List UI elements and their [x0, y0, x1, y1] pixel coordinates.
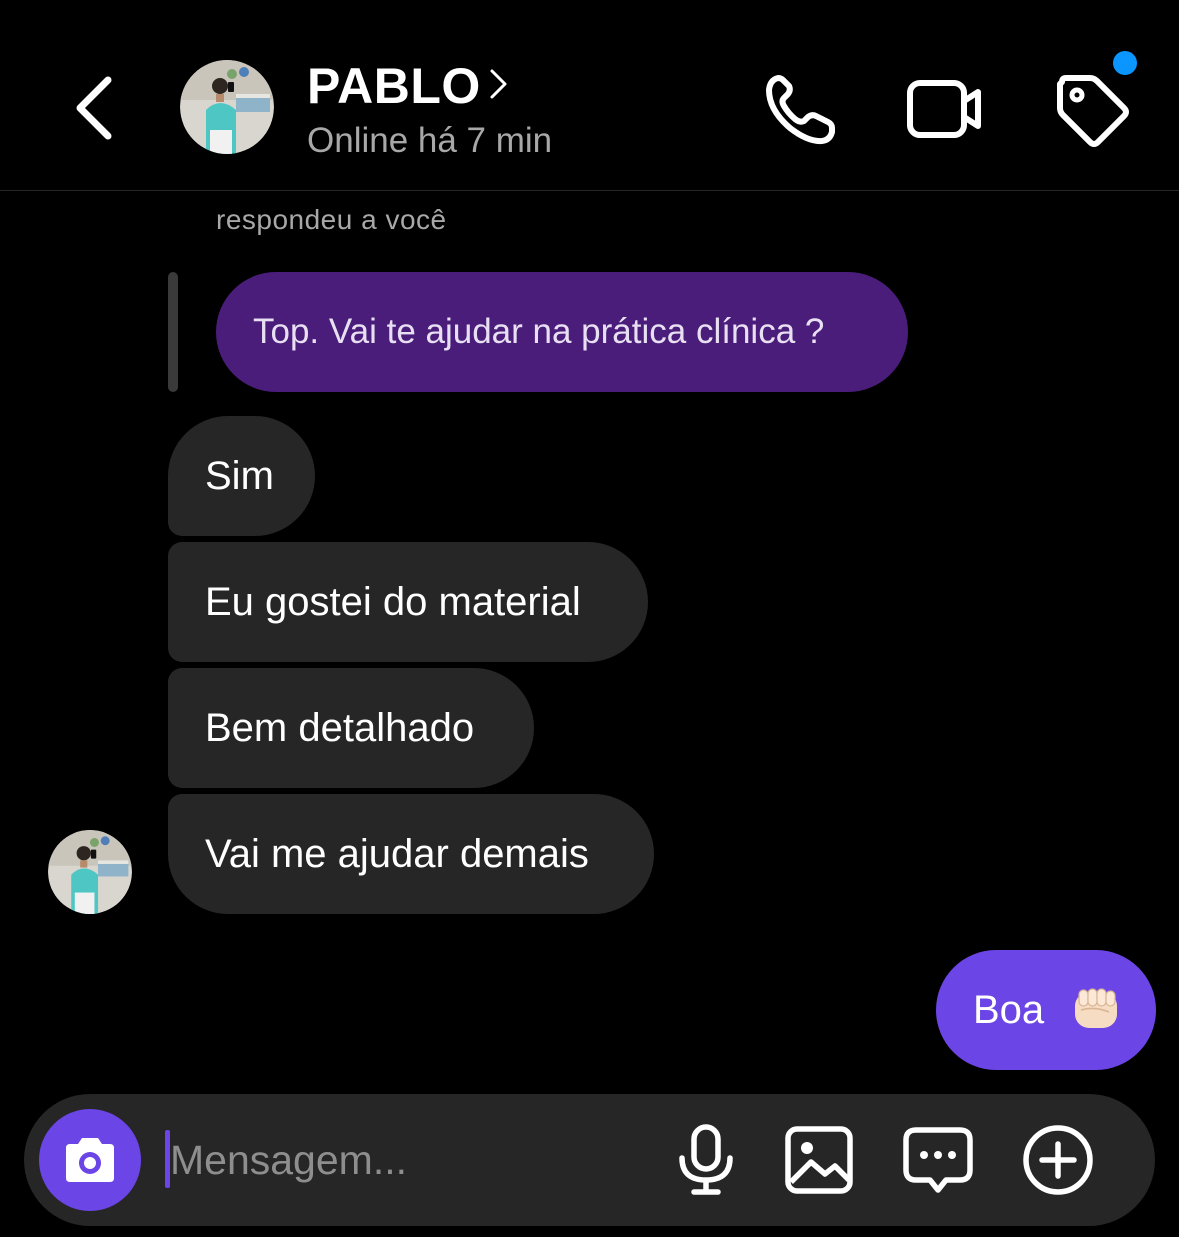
- quoted-message-bubble[interactable]: Top. Vai te ajudar na prática clínica ?: [216, 272, 908, 392]
- camera-button[interactable]: [39, 1109, 141, 1211]
- image-icon: [785, 1126, 853, 1194]
- received-message-bubble[interactable]: Sim: [168, 416, 315, 536]
- notification-dot: [1113, 51, 1137, 75]
- message-input[interactable]: [170, 1130, 640, 1190]
- more-options-button[interactable]: [1020, 1122, 1096, 1198]
- oncoming-fist-emoji-icon: [1075, 988, 1118, 1029]
- contact-status: Online há 7 min: [307, 121, 553, 160]
- microphone-icon: [679, 1124, 733, 1195]
- chevron-right-icon[interactable]: [486, 66, 512, 102]
- contact-name[interactable]: PABLO: [307, 58, 481, 114]
- received-message-bubble[interactable]: Bem detalhado: [168, 668, 534, 788]
- camera-icon: [66, 1138, 114, 1182]
- sender-avatar[interactable]: [48, 830, 132, 914]
- gallery-button[interactable]: [781, 1122, 857, 1198]
- phone-icon: [766, 75, 835, 145]
- plus-circle-icon: [1023, 1125, 1093, 1195]
- call-button[interactable]: [760, 70, 840, 150]
- chat-header: PABLO Online há 7 min: [0, 0, 1179, 191]
- contact-avatar[interactable]: [180, 60, 274, 154]
- chevron-left-icon: [76, 76, 112, 140]
- sent-message-text: Boa: [973, 988, 1045, 1032]
- sent-message-bubble[interactable]: Boa: [936, 950, 1156, 1070]
- received-message-bubble[interactable]: Vai me ajudar demais: [168, 794, 654, 914]
- tag-button[interactable]: [1052, 70, 1132, 150]
- reply-indicator-bar: [168, 272, 178, 392]
- sticker-button[interactable]: [900, 1122, 976, 1198]
- video-camera-icon: [907, 80, 981, 138]
- tag-icon: [1057, 75, 1129, 147]
- received-message-bubble[interactable]: Eu gostei do material: [168, 542, 648, 662]
- back-button[interactable]: [62, 68, 126, 148]
- video-call-button[interactable]: [904, 70, 984, 150]
- voice-message-button[interactable]: [668, 1122, 744, 1198]
- reply-label: respondeu a você: [216, 204, 447, 235]
- chat-bubble-icon: [903, 1127, 973, 1193]
